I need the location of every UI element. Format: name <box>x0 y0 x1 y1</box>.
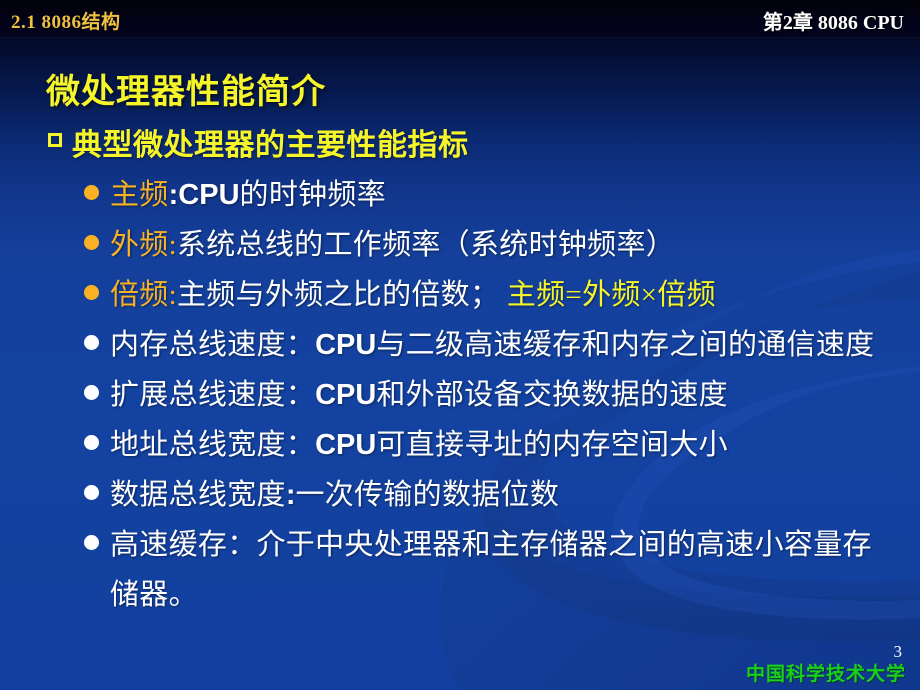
white-dot-bullet-icon <box>84 335 110 350</box>
outline-level2-item: 外频:系统总线的工作频率（系统时钟频率） <box>0 220 920 270</box>
text-segment: 和外部设备交换数据的速度 <box>376 379 728 411</box>
white-dot-bullet-icon <box>84 435 110 450</box>
header-section-label: 2.1 8086结构 <box>11 12 121 33</box>
outline-level2-item: 数据总线宽度:一次传输的数据位数 <box>0 470 920 520</box>
square-bullet-icon <box>48 133 72 147</box>
text-segment: CPU <box>315 429 377 461</box>
outline-level2-label: 扩展总线速度：CPU和外部设备交换数据的速度 <box>110 370 728 420</box>
text-segment: 倍频: <box>110 279 177 311</box>
text-segment: 主频与外频之比的倍数； <box>176 279 507 311</box>
text-segment: 扩展总线速度： <box>110 379 316 411</box>
gold-dot-bullet-icon <box>84 285 110 300</box>
text-segment: 一次传输的数据位数 <box>295 479 560 511</box>
text-segment: 外频: <box>110 229 177 261</box>
outline-level2-label: 数据总线宽度:一次传输的数据位数 <box>110 470 559 520</box>
outline-level2-item: 高速缓存：介于中央处理器和主存储器之间的高速小容量存储器。 <box>0 520 920 620</box>
outline-level2-item: 倍频:主频与外频之比的倍数； 主频=外频×倍频 <box>0 270 920 320</box>
outline-level2-label: 地址总线宽度：CPU可直接寻址的内存空间大小 <box>110 420 728 470</box>
outline-level2-label: 外频:系统总线的工作频率（系统时钟频率） <box>110 220 675 270</box>
text-segment: CPU <box>178 179 240 211</box>
outline-level2-label: 倍频:主频与外频之比的倍数； 主频=外频×倍频 <box>110 270 716 320</box>
text-segment: 主频=外频×倍频 <box>506 279 716 311</box>
white-dot-bullet-icon <box>84 485 110 500</box>
text-segment: 高速缓存：介于中央处理器和主存储器之间的高速小容量存储器。 <box>110 529 872 611</box>
page-number: 3 <box>893 642 903 661</box>
text-segment: 地址总线宽度： <box>110 429 316 461</box>
text-segment: : <box>168 179 179 211</box>
outline-level2-label: 内存总线速度：CPU与二级高速缓存和内存之间的通信速度 <box>110 320 874 370</box>
outline-level2-item: 主频:CPU的时钟频率 <box>0 170 920 220</box>
text-segment: 数据总线宽度 <box>110 479 286 511</box>
footer-organization: 中国科学技术大学 <box>745 664 906 685</box>
outline-level1-label: 典型微处理器的主要性能指标 <box>72 129 469 162</box>
outline-level2-item: 内存总线速度：CPU与二级高速缓存和内存之间的通信速度 <box>0 320 920 370</box>
white-dot-bullet-icon <box>84 385 110 400</box>
text-segment: CPU <box>315 379 377 411</box>
gold-dot-bullet-icon <box>84 185 110 200</box>
header-divider <box>0 37 920 38</box>
text-segment: 与二级高速缓存和内存之间的通信速度 <box>376 329 875 361</box>
text-segment: CPU <box>315 329 377 361</box>
text-segment: 内存总线速度： <box>110 329 316 361</box>
outline-level2-item: 地址总线宽度：CPU可直接寻址的内存空间大小 <box>0 420 920 470</box>
outline-level2-list: 主频:CPU的时钟频率 外频:系统总线的工作频率（系统时钟频率） 倍频:主频与外频之… <box>0 170 920 620</box>
text-segment: 主频 <box>110 179 169 211</box>
text-segment: 的时钟频率 <box>239 179 387 211</box>
slide-title: 微处理器性能简介 <box>46 74 326 111</box>
text-segment: 系统总线的工作频率（系统时钟频率） <box>176 229 676 261</box>
outline-level2-label: 高速缓存：介于中央处理器和主存储器之间的高速小容量存储器。 <box>110 520 900 620</box>
slide-body: 典型微处理器的主要性能指标 主频:CPU的时钟频率 外频:系统总线的工作频率（系统… <box>0 124 920 620</box>
white-dot-bullet-icon <box>84 535 110 550</box>
outline-level1-item: 典型微处理器的主要性能指标 <box>0 124 920 168</box>
slide-canvas: 2.1 8086结构 第2章 8086 CPU 微处理器性能简介 典型微处理器的… <box>0 0 920 690</box>
outline-level2-label: 主频:CPU的时钟频率 <box>110 170 386 220</box>
header-chapter-label: 第2章 8086 CPU <box>762 12 904 34</box>
text-segment: 可直接寻址的内存空间大小 <box>376 429 728 461</box>
gold-dot-bullet-icon <box>84 235 110 250</box>
outline-level2-item: 扩展总线速度：CPU和外部设备交换数据的速度 <box>0 370 920 420</box>
